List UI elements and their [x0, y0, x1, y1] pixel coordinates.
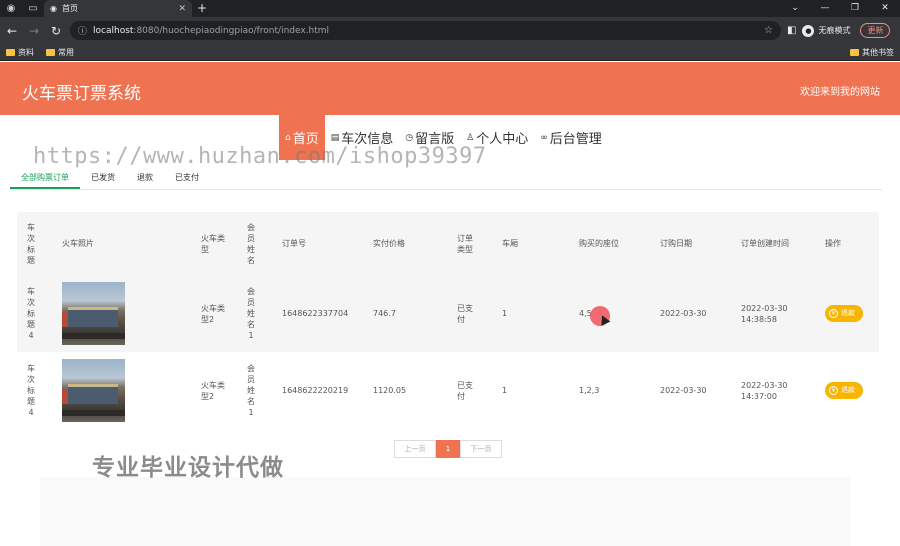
- window-icon[interactable]: ▭: [22, 0, 44, 17]
- header-created: 订单创建时间: [741, 239, 789, 248]
- other-bookmarks[interactable]: 其他书签: [850, 47, 894, 58]
- side-panel-icon[interactable]: ◧: [787, 25, 796, 36]
- watermark-url: https://www.huzhan.com/ishop39397: [33, 144, 487, 169]
- chevron-down-icon[interactable]: ⌄: [780, 0, 810, 17]
- tab-paid[interactable]: 已支付: [164, 168, 210, 189]
- cell-op: ¥ 退款: [825, 352, 863, 429]
- cell-date: 2022-03-30: [660, 386, 707, 395]
- url-host: localhost: [93, 25, 134, 36]
- cell-order-type: 已支付: [457, 380, 473, 401]
- site-header: 火车票订票系统 欢迎来到我的网站: [0, 62, 900, 115]
- star-icon[interactable]: ☆: [764, 25, 773, 36]
- cell-car: 1: [502, 309, 508, 318]
- yen-icon: ¥: [829, 309, 838, 318]
- header-member: 会员姓名: [247, 222, 255, 265]
- cell-img: [62, 275, 125, 352]
- cell-member: 会员姓名1: [247, 287, 255, 340]
- close-window-icon[interactable]: ✕: [870, 0, 900, 17]
- clock-icon: ◷: [405, 132, 414, 143]
- cell-member: 会员姓名1: [247, 364, 255, 417]
- cell-type: 火车类型2: [201, 380, 225, 401]
- cell-op: ¥ 退款: [825, 275, 863, 352]
- header-car: 车厢: [502, 239, 518, 248]
- browser-tab[interactable]: ◉ 首页 ✕: [44, 0, 192, 17]
- nav-admin[interactable]: ∞ 后台管理: [534, 115, 608, 160]
- back-icon[interactable]: ←: [4, 24, 20, 38]
- folder-icon: [850, 48, 859, 56]
- profile-button[interactable]: ● 无痕模式: [802, 24, 851, 37]
- header-type: 火车类型: [201, 233, 225, 254]
- bookmark-folder-1[interactable]: 常用: [46, 47, 74, 58]
- address-toolbar: ← → ↻ ⓘ localhost:8080/huochepiaodingpia…: [0, 17, 900, 44]
- cell-img: [62, 352, 125, 429]
- new-tab-button[interactable]: +: [192, 0, 212, 17]
- cell-price: 746.7: [373, 309, 396, 318]
- watermark-text: 专业毕业设计代做: [92, 455, 284, 481]
- bookmarks-bar: 资料 常用 其他书签: [0, 44, 900, 61]
- restore-icon[interactable]: ❐: [840, 0, 870, 17]
- globe-icon[interactable]: ◉: [0, 0, 22, 17]
- home-icon: ⌂: [285, 132, 291, 143]
- prev-page-button[interactable]: 上一页: [394, 440, 436, 458]
- cell-order-type: 已支付: [457, 303, 473, 324]
- url-bar[interactable]: ⓘ localhost:8080/huochepiaodingpiao/fron…: [70, 21, 781, 40]
- cell-order: 1648622337704: [282, 309, 349, 318]
- table-row[interactable]: 车次标题4 火车类型2 会员姓名1 1648622220219 1120.05 …: [17, 352, 879, 429]
- table-row[interactable]: 车次标题4 火车类型2 会员姓名1 1648622337704 746.7 已支…: [17, 275, 879, 352]
- train-photo: [62, 359, 125, 422]
- forward-icon[interactable]: →: [26, 24, 42, 38]
- refund-button[interactable]: ¥ 退款: [825, 305, 863, 322]
- welcome-text: 欢迎来到我的网站: [800, 87, 880, 98]
- window-controls: ⌄ — ❐ ✕: [780, 0, 900, 17]
- yen-icon: ¥: [829, 386, 838, 395]
- page-1-button[interactable]: 1: [436, 440, 460, 458]
- reload-icon[interactable]: ↻: [48, 24, 64, 38]
- close-icon[interactable]: ✕: [178, 4, 186, 14]
- order-filter-tabs: 全部购票订单 已发货 退款 已支付: [10, 168, 882, 190]
- cell-car: 1: [502, 386, 508, 395]
- globe-icon: ◉: [50, 4, 57, 13]
- pagination: 上一页 1 下一页: [394, 440, 502, 458]
- link-icon: ∞: [540, 132, 548, 143]
- cell-type: 火车类型2: [201, 303, 225, 324]
- cell-date: 2022-03-30: [660, 309, 707, 318]
- header-seat: 购买的座位: [579, 239, 619, 248]
- header-op: 操作: [825, 239, 841, 248]
- header-price: 实付价格: [373, 239, 405, 248]
- cell-created: 2022-03-30 14:38:58: [741, 303, 788, 324]
- header-order-type: 订单类型: [457, 233, 473, 254]
- tab-shipped[interactable]: 已发货: [80, 168, 126, 189]
- footer-area: [40, 477, 850, 546]
- folder-icon: [46, 48, 55, 56]
- cell-title: 车次标题4: [27, 287, 35, 340]
- profile-label: 无痕模式: [818, 26, 851, 35]
- tab-refund[interactable]: 退款: [126, 168, 164, 189]
- minimize-icon[interactable]: —: [810, 0, 840, 17]
- incognito-icon: ●: [802, 24, 815, 37]
- cell-seat: 1,2,3: [579, 386, 600, 395]
- tab-all-orders[interactable]: 全部购票订单: [10, 168, 80, 189]
- url-path: :8080/huochepiaodingpiao/front/index.htm…: [133, 25, 330, 36]
- browser-tab-bar: ◉ ▭ ◉ 首页 ✕ + ⌄ — ❐ ✕: [0, 0, 900, 17]
- bookmark-folder-0[interactable]: 资料: [6, 47, 34, 58]
- refund-button[interactable]: ¥ 退款: [825, 382, 863, 399]
- folder-icon: [6, 48, 15, 56]
- site-title: 火车票订票系统: [22, 84, 141, 104]
- cell-order: 1648622220219: [282, 386, 349, 395]
- update-button[interactable]: 更新: [860, 23, 891, 38]
- user-icon: ♙: [466, 132, 475, 143]
- tab-title: 首页: [61, 4, 78, 13]
- info-icon[interactable]: ⓘ: [78, 24, 87, 37]
- header-title: 车次标题: [27, 222, 35, 265]
- header-img: 火车照片: [62, 239, 94, 248]
- cell-price: 1120.05: [373, 386, 407, 395]
- header-date: 订购日期: [660, 239, 692, 248]
- cell-created: 2022-03-30 14:37:00: [741, 380, 788, 401]
- train-icon: ▤: [330, 132, 340, 143]
- cell-title: 车次标题4: [27, 364, 35, 417]
- header-order: 订单号: [282, 239, 306, 248]
- train-photo: [62, 282, 125, 345]
- next-page-button[interactable]: 下一页: [460, 440, 502, 458]
- table-header: 车次标题 火车照片 火车类型 会员姓名 订单号 实付价格 订单类型 车厢 购买的…: [17, 212, 879, 275]
